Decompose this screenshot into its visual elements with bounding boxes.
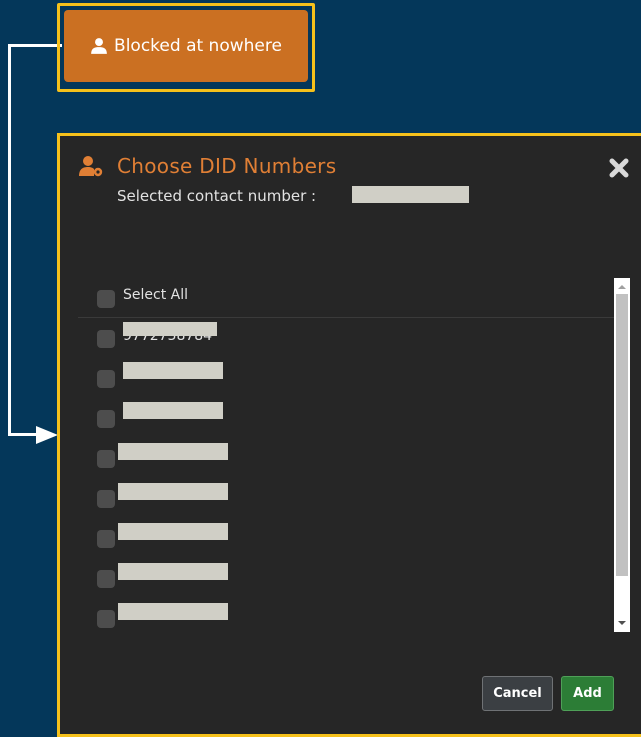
did-checkbox[interactable] [97,490,115,508]
list-item[interactable] [78,438,614,478]
close-icon[interactable] [607,156,631,180]
scroll-up-icon[interactable] [617,282,627,292]
did-checkbox[interactable] [97,450,115,468]
list-item[interactable] [78,478,614,518]
redaction-block [123,322,217,336]
select-all-row[interactable]: Select All [78,278,614,318]
selected-contact-label: Selected contact number : [117,187,317,205]
add-button[interactable]: Add [561,676,614,711]
connector-line [8,44,11,436]
connector-line [8,44,62,47]
did-number [118,523,228,540]
choose-did-modal: Choose DID Numbers Selected contact numb… [57,133,641,737]
button-label: Blocked at nowhere [114,36,282,56]
modal-title: Choose DID Numbers [117,154,337,178]
list-item[interactable] [78,398,614,438]
did-checkbox[interactable] [97,370,115,388]
did-checkbox[interactable] [97,570,115,588]
scroll-down-icon[interactable] [617,618,627,628]
did-checkbox[interactable] [97,330,115,348]
did-checkbox[interactable] [97,610,115,628]
did-number-list: Select All 9772738784 [78,278,614,632]
user-icon [91,38,107,54]
cancel-button[interactable]: Cancel [482,676,553,711]
did-number [118,563,228,580]
connector-line [8,433,38,436]
did-number [123,402,223,419]
did-number [123,362,223,379]
did-number [118,483,228,500]
arrow-head-icon [36,426,58,444]
list-item[interactable] [78,558,614,598]
user-settings-icon [79,156,103,177]
select-all-label: Select All [123,287,188,303]
scrollbar-thumb[interactable] [616,294,628,576]
selected-contact-value [352,186,469,203]
did-number [118,443,228,460]
blocked-at-nowhere-button[interactable]: Blocked at nowhere [64,10,308,82]
list-item[interactable]: 9772738784 [78,318,614,358]
list-item[interactable] [78,518,614,558]
did-number [118,603,228,620]
did-checkbox[interactable] [97,410,115,428]
list-item[interactable] [78,358,614,398]
did-checkbox[interactable] [97,530,115,548]
list-item[interactable] [78,598,614,638]
select-all-checkbox[interactable] [97,290,115,308]
